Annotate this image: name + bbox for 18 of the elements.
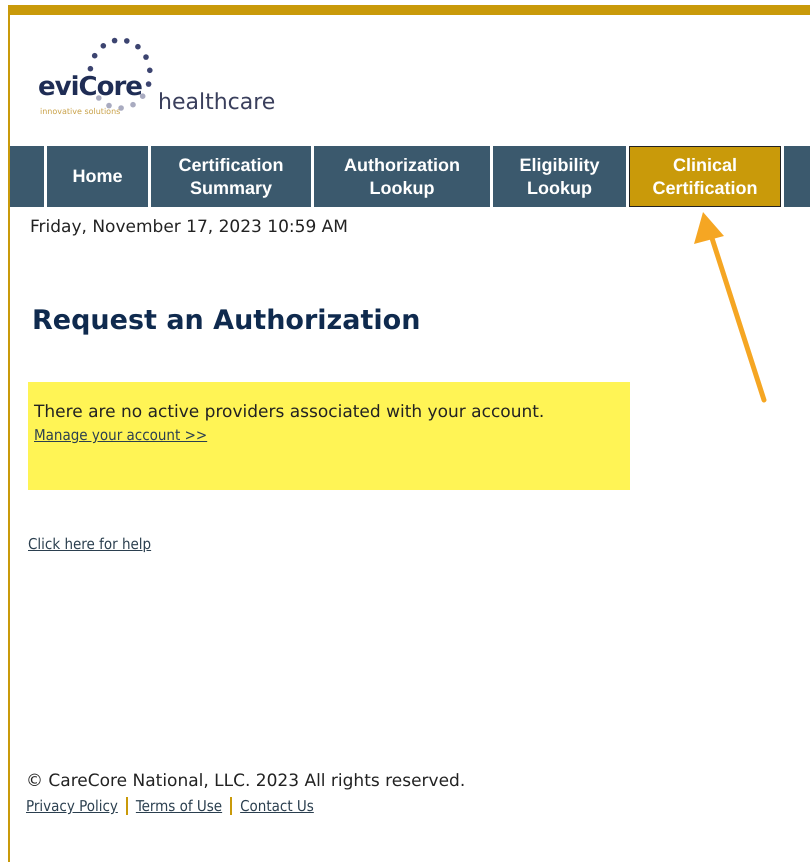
footer-link[interactable]: Contact Us: [240, 797, 314, 815]
copyright-text: © CareCore National, LLC. 2023 All rights reserved.: [26, 771, 466, 791]
nav-tab[interactable]: Authorization Lookup: [314, 146, 490, 207]
nav-tab[interactable]: Home: [47, 146, 148, 207]
logo-suffix: healthcare: [158, 90, 276, 115]
nav-tab[interactable]: Certification Summary: [151, 146, 311, 207]
logo-brand: eviCore: [38, 72, 142, 102]
nav-tab[interactable]: Eligibility Lookup: [493, 146, 626, 207]
footer-link[interactable]: Privacy Policy: [26, 797, 118, 815]
nav-tab-partial[interactable]: [784, 146, 810, 207]
page-heading: Request an Authorization: [32, 305, 422, 336]
footer-link[interactable]: Terms of Use: [136, 797, 222, 815]
nav-spacer: [10, 146, 44, 207]
manage-account-link[interactable]: Manage your account >>: [34, 426, 208, 444]
logo-tagline: innovative solutions: [40, 107, 120, 116]
notice-message: There are no active providers associated with your account.: [34, 402, 546, 422]
date-time: Friday, November 17, 2023 10:59 AM: [30, 217, 349, 237]
help-link[interactable]: Click here for help: [28, 535, 152, 553]
